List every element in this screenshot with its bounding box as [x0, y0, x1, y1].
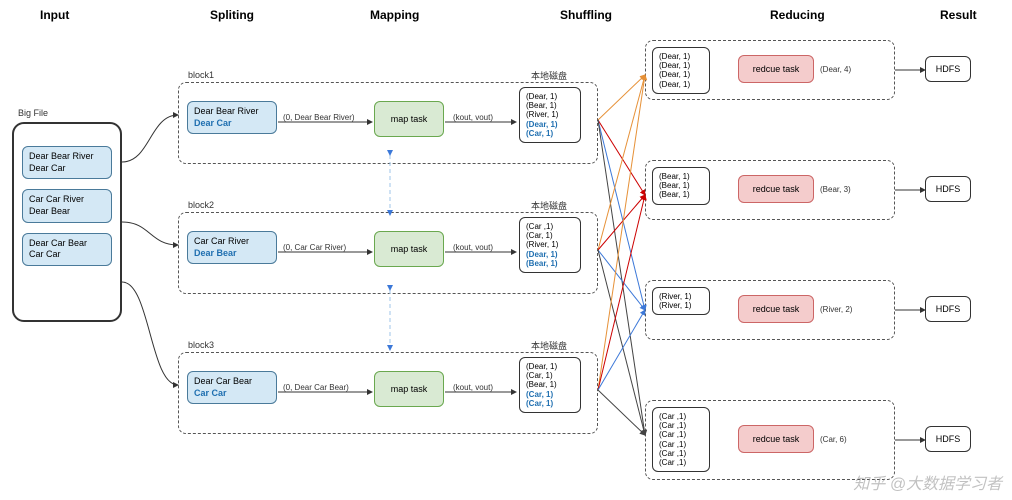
kout-1: (kout, vout) [453, 243, 493, 252]
block-2: Dear Car BearCar Car (0, Dear Car Bear) … [178, 352, 598, 434]
block-label-2: block3 [188, 340, 214, 350]
stage-shuffling: Shuffling [560, 8, 612, 22]
disk-1: 本地磁盘 [531, 199, 567, 212]
bigfile-line-1: Dear Bear RiverDear Car [22, 146, 112, 179]
hdfs-2: HDFS [925, 296, 971, 322]
shuffle-list-0: (Dear, 1)(Dear, 1)(Dear, 1)(Dear, 1) [652, 47, 710, 94]
reduce-task-0: redcue task [738, 55, 814, 83]
maptask-0: map task [374, 101, 444, 137]
maptask-2: map task [374, 371, 444, 407]
reduce-group-0: (Dear, 1)(Dear, 1)(Dear, 1)(Dear, 1) red… [645, 40, 895, 100]
mapout-2: (Dear, 1)(Car, 1)(Bear, 1)(Car, 1)(Car, … [519, 357, 581, 413]
kv-1: (0, Car Car River) [283, 243, 346, 252]
reduce-result-3: (Car, 6) [820, 435, 847, 444]
reduce-task-2: redcue task [738, 295, 814, 323]
hdfs-1: HDFS [925, 176, 971, 202]
disk-2: 本地磁盘 [531, 339, 567, 352]
hdfs-3: HDFS [925, 426, 971, 452]
kout-0: (kout, vout) [453, 113, 493, 122]
block-label-0: block1 [188, 70, 214, 80]
bigfile-container: Dear Bear RiverDear Car Car Car RiverDea… [12, 122, 122, 322]
stage-reducing: Reducing [770, 8, 825, 22]
stage-mapping: Mapping [370, 8, 419, 22]
bigfile-label: Big File [18, 108, 48, 118]
stage-result: Result [940, 8, 977, 22]
reduce-result-0: (Dear, 4) [820, 65, 851, 74]
reduce-group-3: (Car ,1)(Car ,1)(Car ,1)(Car ,1)(Car ,1)… [645, 400, 895, 480]
bigfile-line-2: Car Car RiverDear Bear [22, 189, 112, 222]
reduce-result-2: (River, 2) [820, 305, 852, 314]
disk-0: 本地磁盘 [531, 69, 567, 82]
bigfile-line-3: Dear Car BearCar Car [22, 233, 112, 266]
reduce-group-1: (Bear, 1)(Bear, 1)(Bear, 1) redcue task … [645, 160, 895, 220]
reduce-task-3: redcue task [738, 425, 814, 453]
mapout-1: (Car ,1)(Car, 1)(River, 1)(Dear, 1)(Bear… [519, 217, 581, 273]
split-2: Dear Car BearCar Car [187, 371, 277, 404]
mapout-0: (Dear, 1)(Bear, 1)(River, 1)(Dear, 1)(Ca… [519, 87, 581, 143]
hdfs-0: HDFS [925, 56, 971, 82]
shuffle-list-3: (Car ,1)(Car ,1)(Car ,1)(Car ,1)(Car ,1)… [652, 407, 710, 472]
shuffle-list-1: (Bear, 1)(Bear, 1)(Bear, 1) [652, 167, 710, 205]
kout-2: (kout, vout) [453, 383, 493, 392]
block-label-1: block2 [188, 200, 214, 210]
maptask-1: map task [374, 231, 444, 267]
watermark: 知乎 @大数据学习者 [853, 470, 1002, 494]
kv-0: (0, Dear Bear River) [283, 113, 355, 122]
block-1: Car Car RiverDear Bear (0, Car Car River… [178, 212, 598, 294]
stage-input: Input [40, 8, 69, 22]
split-1: Car Car RiverDear Bear [187, 231, 277, 264]
block-0: Dear Bear RiverDear Car (0, Dear Bear Ri… [178, 82, 598, 164]
shuffle-list-2: (River, 1)(River, 1) [652, 287, 710, 315]
reduce-group-2: (River, 1)(River, 1) redcue task (River,… [645, 280, 895, 340]
stage-splitting: Spliting [210, 8, 254, 22]
reduce-result-1: (Bear, 3) [820, 185, 851, 194]
split-0: Dear Bear RiverDear Car [187, 101, 277, 134]
reduce-task-1: redcue task [738, 175, 814, 203]
kv-2: (0, Dear Car Bear) [283, 383, 349, 392]
